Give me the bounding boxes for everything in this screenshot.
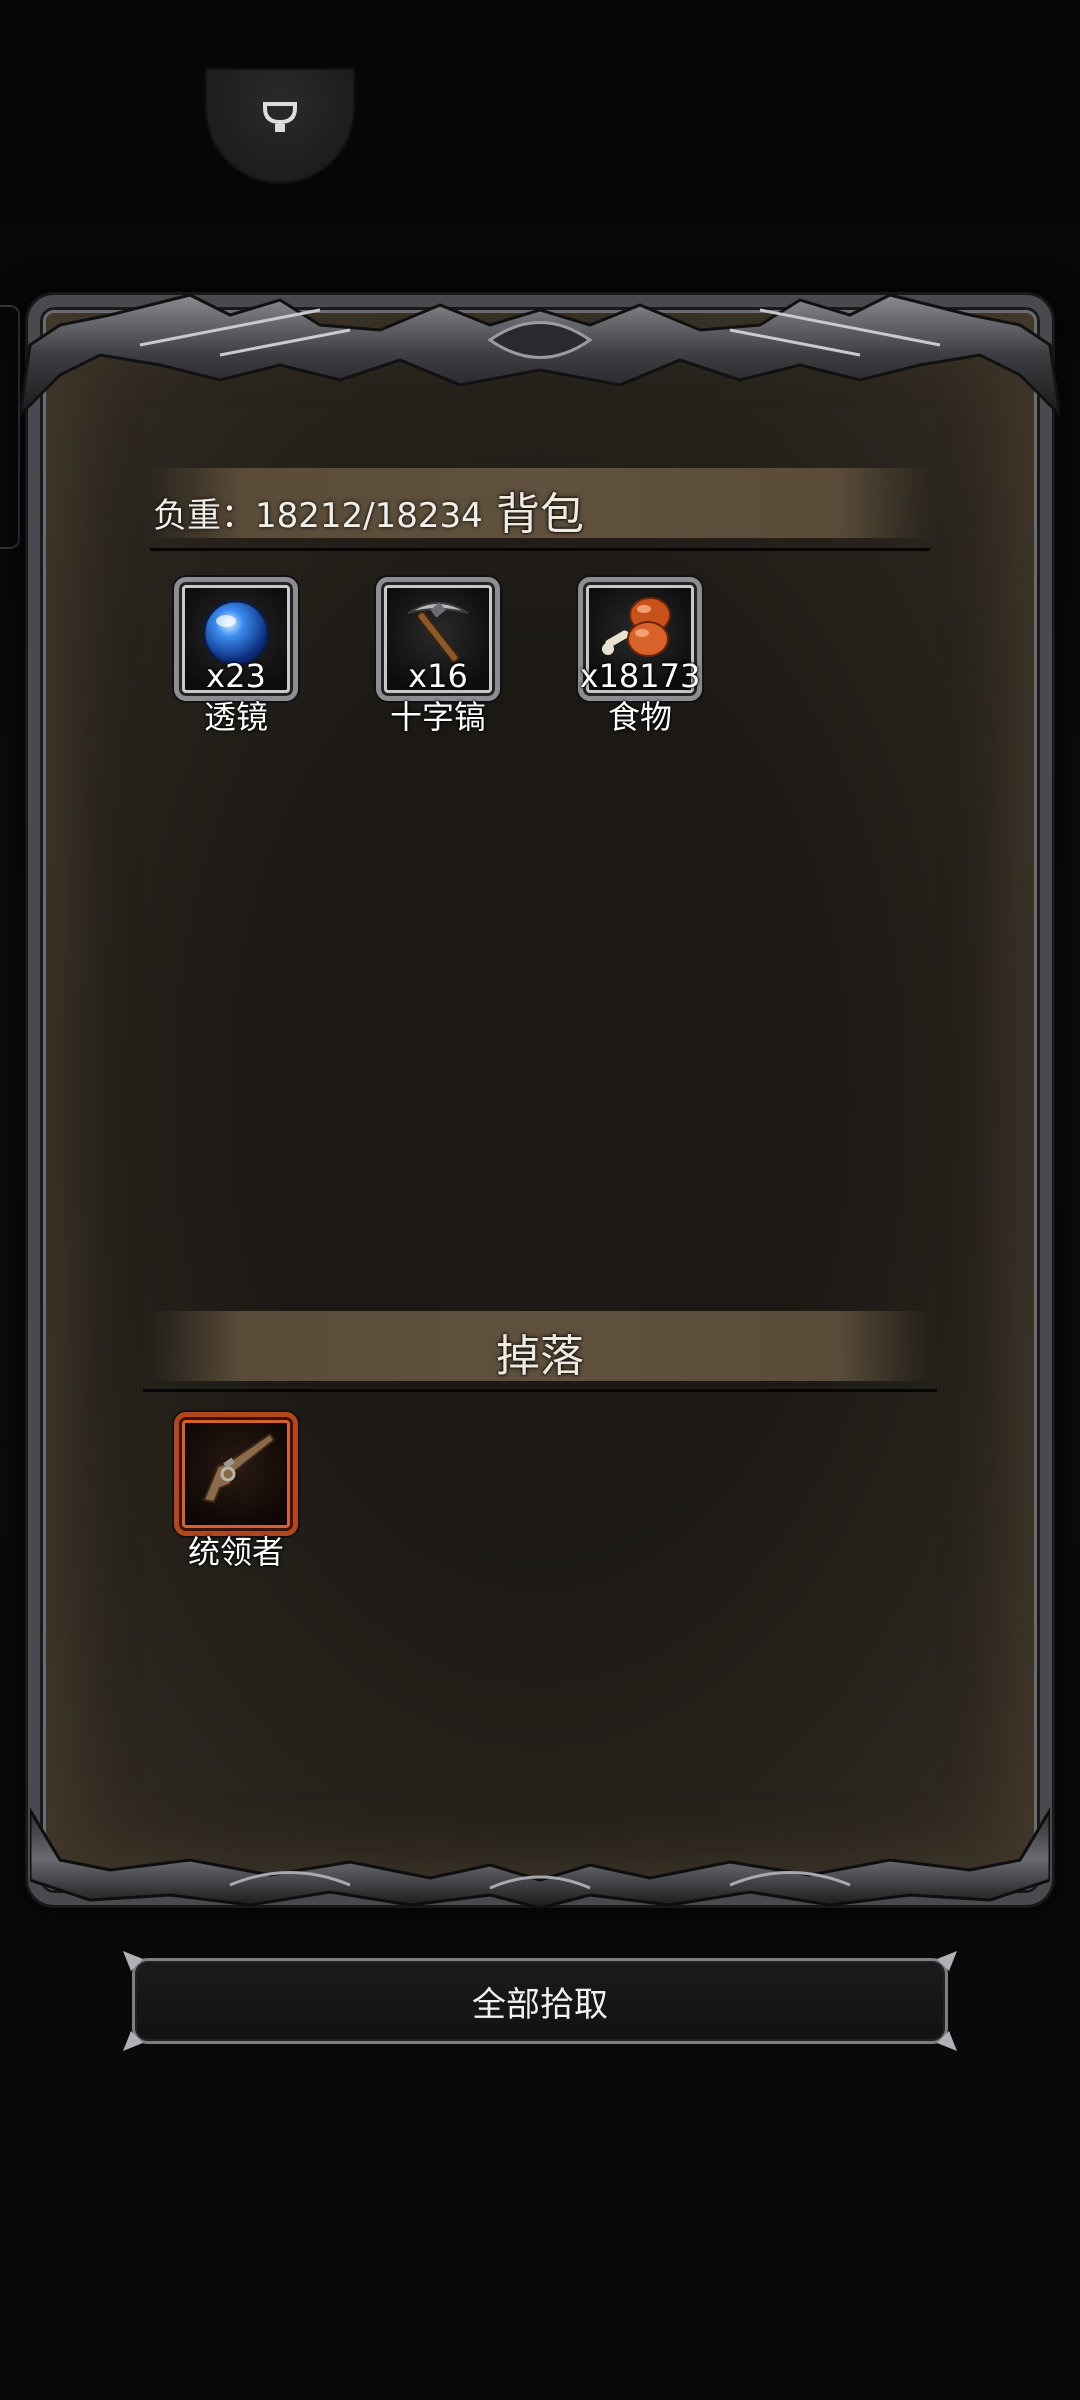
item-name: 食物: [607, 698, 672, 736]
item-name: 透镜: [203, 698, 268, 736]
corner-spike-icon: [123, 1951, 143, 1971]
drops-title: 掉落: [496, 1331, 584, 1382]
corner-spike-icon: [123, 2031, 143, 2051]
drops-header-divider: [143, 1389, 937, 1392]
inventory-item[interactable]: x23 透镜: [174, 577, 298, 736]
flintlock-pistol-icon: [202, 1432, 276, 1504]
item-name: 十字镐: [389, 698, 486, 736]
frame-bottom-ornament: [30, 1807, 1050, 1910]
game-screen: 负重：18212/18234 背包 x23 透镜 x16 十字镐 x18173 …: [0, 0, 1080, 2400]
weight-capacity: 负重：18212/18234: [153, 496, 483, 536]
item-count: x23: [206, 657, 266, 695]
item-name: 统领者: [187, 1533, 284, 1571]
drop-item[interactable]: 统领者: [174, 1412, 298, 1571]
frame-top-ornament: [20, 293, 1060, 418]
backpack-header-divider: [150, 548, 930, 551]
side-drawer-handle[interactable]: [0, 305, 20, 549]
item-count: x16: [408, 657, 468, 695]
inventory-item[interactable]: x16 十字镐: [376, 577, 500, 736]
top-menu-button[interactable]: [207, 70, 353, 182]
inventory-item[interactable]: x18173 食物: [578, 577, 702, 736]
pickup-all-label: 全部拾取: [472, 1984, 608, 2025]
backpack-title: 背包: [496, 489, 584, 540]
pickup-all-button[interactable]: 全部拾取: [123, 1951, 957, 2051]
corner-spike-icon: [937, 2031, 957, 2051]
lightbulb-icon: [263, 102, 297, 132]
corner-spike-icon: [937, 1951, 957, 1971]
item-count: x18173: [579, 657, 701, 695]
